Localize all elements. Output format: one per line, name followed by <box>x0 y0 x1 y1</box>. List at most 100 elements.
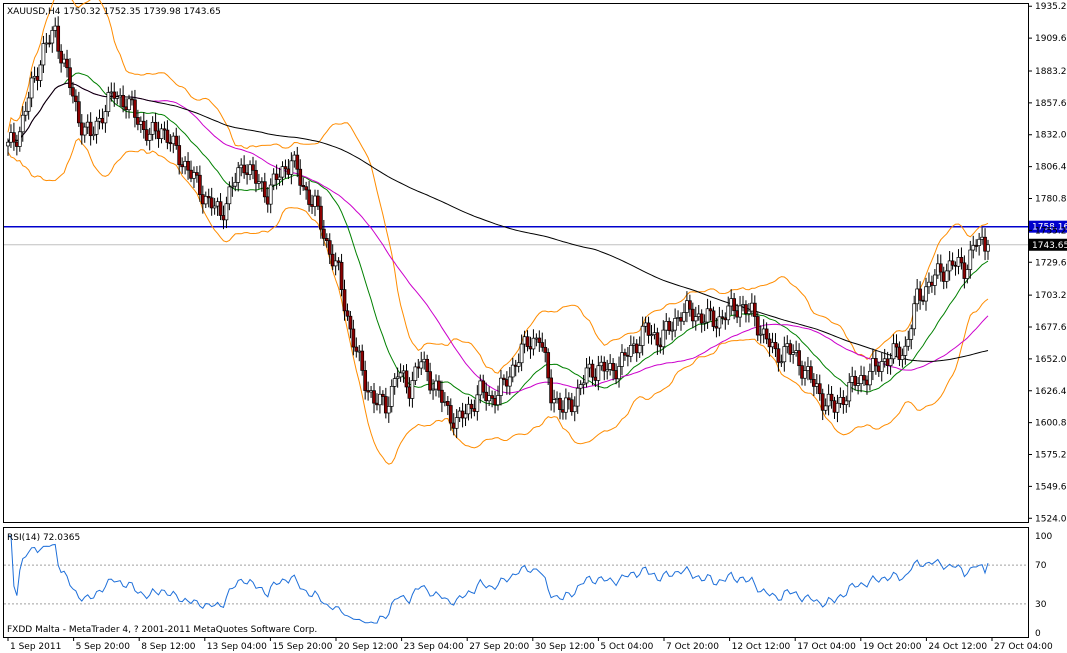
candle-body <box>593 376 598 381</box>
candle-body <box>156 130 161 139</box>
candle-body <box>481 380 486 393</box>
candle-body <box>130 98 134 101</box>
candle-body <box>605 369 610 372</box>
candle-body <box>868 370 872 386</box>
candle-body <box>876 365 881 372</box>
candle-body <box>307 189 311 205</box>
candle-body <box>626 354 630 357</box>
candle-body <box>91 133 96 137</box>
candle-body <box>944 270 949 282</box>
candle-body <box>531 337 536 350</box>
candle-body <box>803 370 807 379</box>
chart-canvas: 1758.161743.65 1935.20 1909.60 1883.20 1857… <box>3 0 1067 652</box>
candle-body <box>847 382 852 402</box>
candle-body <box>838 397 843 404</box>
candle-body <box>410 380 415 399</box>
candle-body <box>732 298 736 312</box>
candle-body <box>587 363 592 369</box>
rsi-pane-frame <box>3 527 1029 638</box>
candle-body <box>12 132 16 143</box>
candle-body <box>65 58 69 69</box>
candle-body <box>448 405 453 424</box>
candle-body <box>540 342 545 348</box>
candle-body <box>752 302 757 317</box>
candle-body <box>230 185 235 188</box>
candle-body <box>239 164 244 169</box>
candle-body <box>354 346 359 352</box>
price-axis: 1935.20 1909.60 1883.20 1857.60 1832.00 1806.… <box>1028 2 1067 524</box>
candle-body <box>76 101 81 124</box>
y-tick-label: 1626.40 <box>1035 387 1067 397</box>
candle-body <box>581 382 586 385</box>
candle-body <box>407 386 412 399</box>
candle-body <box>649 334 654 337</box>
candle-body <box>590 363 595 378</box>
y-tick-label: 1883.20 <box>1035 67 1067 77</box>
candle-body <box>366 390 370 393</box>
candle-body <box>200 194 205 205</box>
candle-body <box>94 120 99 135</box>
candle-body <box>428 371 432 391</box>
candle-body <box>351 328 356 348</box>
candle-body <box>457 410 462 418</box>
y-tick-label: 1806.40 <box>1035 163 1067 173</box>
candle-body <box>23 110 28 116</box>
candle-body <box>401 370 406 374</box>
candle-body <box>552 399 556 404</box>
candle-body <box>817 383 822 395</box>
candle-body <box>938 263 943 273</box>
candle-body <box>631 343 636 346</box>
candle-body <box>844 400 849 405</box>
candle-body <box>859 375 863 384</box>
price-label: 1743.65 <box>1032 241 1067 251</box>
candle-body <box>930 281 934 286</box>
candle-body <box>221 215 226 221</box>
candle-body <box>286 168 291 175</box>
candle-body <box>345 310 350 317</box>
candle-body <box>183 160 187 168</box>
candle-body <box>330 253 335 267</box>
candle-body <box>785 343 790 347</box>
candle-body <box>646 322 651 336</box>
candle-body <box>897 346 902 360</box>
candle-body <box>82 126 87 136</box>
candle-body <box>502 377 506 380</box>
candle-body <box>705 308 710 323</box>
candle-body <box>386 406 391 414</box>
candle-body <box>950 260 955 266</box>
candle-body <box>262 181 267 198</box>
candle-body <box>569 399 574 413</box>
candle-body <box>823 405 828 411</box>
x-tick-label: 19 Oct 20:00 <box>863 642 922 652</box>
candle-body <box>676 317 680 319</box>
candle-body <box>413 366 418 381</box>
candle-body <box>841 397 846 405</box>
candle-body <box>106 92 111 112</box>
candle-body <box>141 120 146 130</box>
rsi-tick-label: 100 <box>1035 532 1052 542</box>
candle-body <box>9 132 13 143</box>
candle-body <box>534 337 539 340</box>
candle-body <box>372 390 376 404</box>
candle-body <box>682 312 686 322</box>
candle-body <box>257 181 261 184</box>
candle-body <box>965 269 970 279</box>
candle-body <box>147 133 152 141</box>
candle-body <box>555 397 559 401</box>
candle-body <box>301 185 306 188</box>
candle-body <box>466 403 471 415</box>
rsi-lines <box>4 535 1028 624</box>
candle-body <box>369 390 373 393</box>
candle-body <box>693 316 698 322</box>
candle-body <box>168 142 173 145</box>
candle-body <box>88 121 93 137</box>
candle-body <box>873 358 878 367</box>
candle-body <box>56 25 61 52</box>
y-tick-label: 1780.80 <box>1035 194 1067 204</box>
candle-body <box>921 299 925 302</box>
candle-body <box>260 181 264 184</box>
rsi-line <box>8 535 989 624</box>
candle-body <box>62 58 66 64</box>
candle-body <box>791 352 796 355</box>
time-axis: 1 Sep 2011 5 Sep 20:00 8 Sep 12:00 13 Sep 0… <box>7 637 1053 652</box>
